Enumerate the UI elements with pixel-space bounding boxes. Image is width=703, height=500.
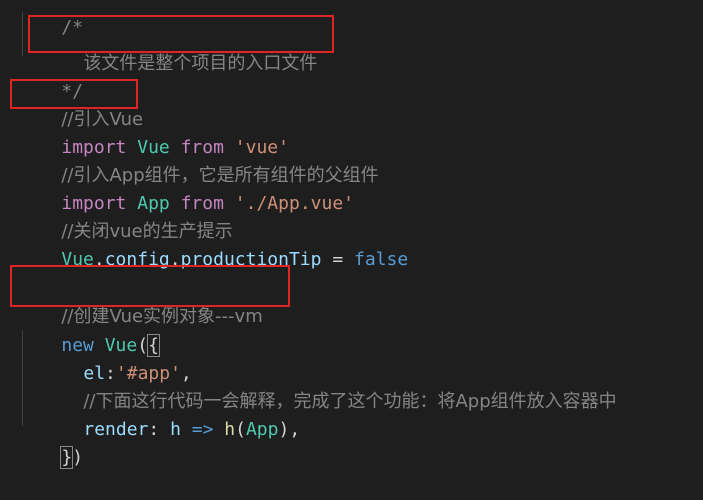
code-line-16: }) [18, 416, 83, 469]
code-line-9: Vue.config.productionTip = false [18, 218, 408, 270]
code-line-5: import Vue from 'vue' [18, 106, 289, 158]
code-editor[interactable]: /* 该文件是整个项目的入口文件 */ //引入Vue import Vue f… [0, 0, 703, 469]
code-line-8: //关闭vue的生产提示 [18, 190, 232, 242]
function-call-h: h [224, 419, 236, 440]
code-line-12: new Vue({ [18, 304, 160, 357]
open-paren: ( [235, 419, 246, 440]
annotation-box-import-vue [10, 79, 138, 109]
close-paren-comma: ), [278, 419, 301, 440]
code-line-6: //引入App组件，它是所有组件的父组件 [18, 134, 378, 186]
parameter-h: h [170, 419, 181, 440]
code-line-14: //下面这行代码一会解释，完成了这个功能：将App组件放入容器中 [40, 360, 616, 412]
close-paren: ) [72, 447, 84, 468]
annotation-box-create-vm [10, 265, 290, 307]
arrow-operator: => [180, 419, 225, 440]
literal-false: false [354, 249, 409, 270]
annotation-box-entry-comment [28, 15, 334, 53]
string-app-path: './App.vue' [234, 193, 355, 214]
colon: : [148, 419, 171, 440]
code-line-7: import App from './App.vue' [18, 162, 354, 214]
code-line-15: render: h => h(App), [40, 388, 300, 440]
code-line-1: /* [18, 0, 83, 38]
code-line-13: el:'#app', [40, 332, 191, 384]
identifier-app: App [245, 419, 279, 440]
code-line-3: */ [18, 50, 83, 102]
assign-operator: = [321, 249, 354, 270]
property-render: render [83, 419, 149, 440]
comment-entry-file-note: 该文件是整个项目的入口文件 [83, 53, 318, 74]
close-brace: } [60, 446, 74, 469]
